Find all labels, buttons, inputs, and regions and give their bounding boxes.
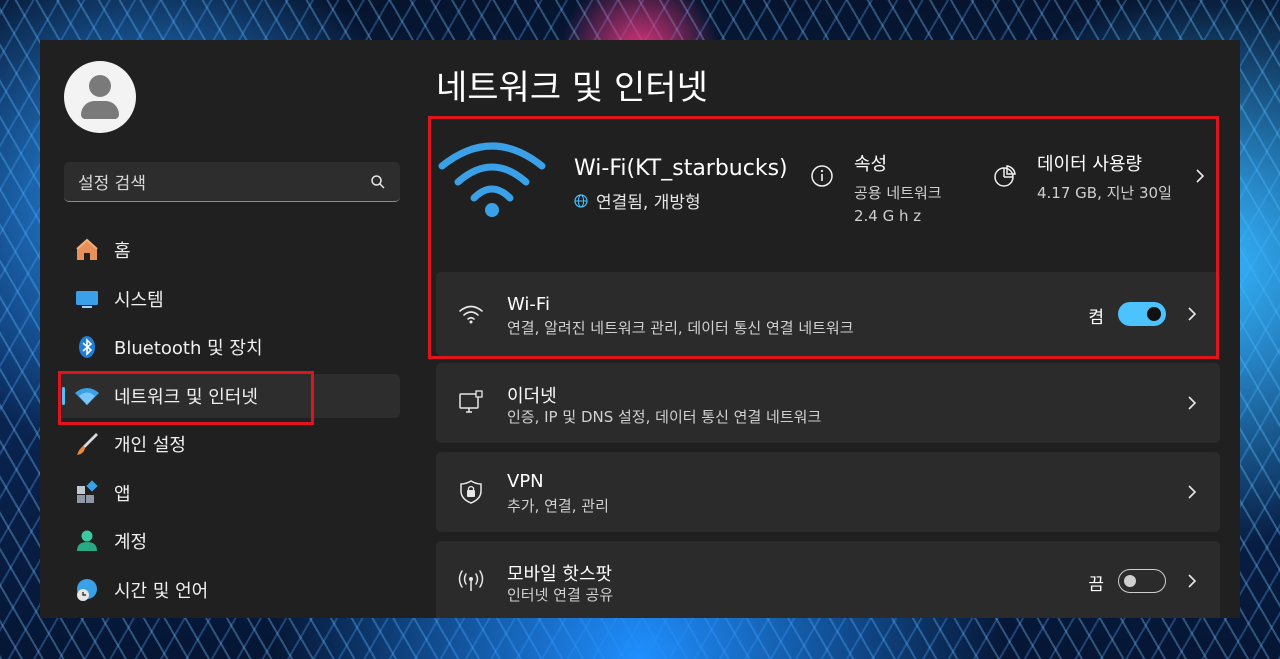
ethernet-card-title: 이더넷 (507, 386, 557, 407)
wifi-toggle[interactable] (1118, 302, 1166, 326)
search-icon[interactable] (370, 174, 386, 190)
toggle-knob (1124, 575, 1136, 587)
chevron-right-icon[interactable] (1186, 306, 1198, 322)
wifi-card[interactable]: Wi-Fi 연결, 알려진 네트워크 관리, 데이터 통신 연결 네트워크 켬 (436, 272, 1220, 356)
sidebar-item-network[interactable]: 네트워크 및 인터넷 (58, 373, 400, 418)
avatar-head (89, 75, 111, 97)
sidebar: 설정 검색 홈 시스템 Bluetooth 및 장치 네트워크 및 인터넷 개인… (40, 40, 420, 618)
hotspot-icon (456, 566, 486, 596)
properties-band: 2.4 G h z (854, 207, 922, 225)
chevron-right-icon[interactable] (1194, 168, 1206, 184)
wifi-icon (456, 299, 486, 329)
sidebar-item-label: Bluetooth 및 장치 (114, 338, 263, 359)
sidebar-item-time-language[interactable]: 시간 및 언어 (58, 568, 400, 612)
sidebar-item-label: 앱 (114, 483, 131, 505)
pie-chart-icon (994, 165, 1016, 187)
wifi-signal-icon (438, 142, 546, 217)
hotspot-toggle-label: 끔 (1088, 575, 1104, 595)
search-input[interactable]: 설정 검색 (64, 162, 400, 202)
data-usage-title: 데이터 사용량 (1037, 154, 1143, 175)
clock-globe-icon (74, 577, 100, 603)
sidebar-item-label: 시간 및 언어 (114, 580, 209, 602)
main-content: 네트워크 및 인터넷 Wi-Fi(KT_starbucks) 연결됨, 개방형 (436, 40, 1226, 618)
sidebar-item-label: 홈 (114, 241, 131, 262)
info-icon (811, 165, 833, 187)
data-usage-link[interactable]: 데이터 사용량 4.17 GB, 지난 30일 (994, 150, 1172, 205)
system-icon (74, 286, 100, 312)
wifi-toggle-label: 켬 (1088, 308, 1104, 328)
vpn-card[interactable]: VPN 추가, 연결, 관리 (436, 452, 1220, 532)
properties-title: 속성 (854, 154, 888, 175)
sidebar-item-label: 네트워크 및 인터넷 (114, 386, 258, 408)
wifi-icon (74, 383, 100, 409)
sidebar-item-apps[interactable]: 앱 (58, 471, 400, 515)
brush-icon (74, 431, 100, 457)
chevron-right-icon[interactable] (1186, 573, 1198, 589)
ethernet-icon (456, 388, 486, 418)
connection-status-text: 연결됨, 개방형 (596, 193, 701, 213)
sidebar-item-accounts[interactable]: 계정 (58, 519, 400, 563)
sidebar-item-system[interactable]: 시스템 (58, 277, 400, 321)
account-icon (74, 528, 100, 554)
sidebar-item-personalization[interactable]: 개인 설정 (58, 422, 400, 466)
shield-icon (456, 477, 486, 507)
sidebar-item-label: 계정 (114, 532, 148, 553)
hotspot-toggle[interactable] (1118, 569, 1166, 593)
globe-icon (574, 193, 588, 208)
ethernet-card-subtitle: 인증, IP 및 DNS 설정, 데이터 통신 연결 네트워크 (507, 408, 822, 426)
settings-window: 설정 검색 홈 시스템 Bluetooth 및 장치 네트워크 및 인터넷 개인… (40, 40, 1240, 618)
wifi-card-subtitle: 연결, 알려진 네트워크 관리, 데이터 통신 연결 네트워크 (507, 319, 854, 337)
sidebar-item-bluetooth[interactable]: Bluetooth 및 장치 (58, 325, 400, 369)
properties-link[interactable]: 속성 공용 네트워크 2.4 G h z (811, 150, 942, 228)
apps-icon (74, 479, 100, 506)
hotspot-card-subtitle: 인터넷 연결 공유 (507, 586, 614, 604)
sidebar-item-home[interactable]: 홈 (58, 228, 400, 272)
mobile-hotspot-card[interactable]: 모바일 핫스팟 인터넷 연결 공유 끔 (436, 541, 1220, 618)
page-title: 네트워크 및 인터넷 (436, 68, 708, 108)
hotspot-card-title: 모바일 핫스팟 (507, 564, 613, 585)
toggle-knob (1147, 307, 1161, 321)
sidebar-item-label: 시스템 (114, 289, 164, 311)
properties-network-type: 공용 네트워크 (854, 184, 942, 202)
chevron-right-icon[interactable] (1186, 395, 1198, 411)
avatar[interactable] (64, 61, 136, 133)
connection-name: Wi-Fi(KT_starbucks) (574, 156, 788, 181)
search-placeholder: 설정 검색 (78, 174, 146, 194)
connection-status: 연결됨, 개방형 (574, 188, 701, 213)
sidebar-item-label: 개인 설정 (114, 435, 186, 456)
wifi-card-title: Wi-Fi (507, 294, 550, 315)
connection-hero[interactable]: Wi-Fi(KT_starbucks) 연결됨, 개방형 속성 공용 네트워크 … (436, 120, 1220, 272)
avatar-body (81, 101, 119, 119)
sidebar-nav: 홈 시스템 Bluetooth 및 장치 네트워크 및 인터넷 개인 설정 앱 … (58, 228, 400, 616)
data-usage-value: 4.17 GB, 지난 30일 (1037, 184, 1172, 202)
chevron-right-icon[interactable] (1186, 484, 1198, 500)
ethernet-card[interactable]: 이더넷 인증, IP 및 DNS 설정, 데이터 통신 연결 네트워크 (436, 363, 1220, 443)
home-icon (74, 237, 100, 263)
bluetooth-icon (74, 334, 100, 360)
vpn-card-subtitle: 추가, 연결, 관리 (507, 497, 609, 515)
vpn-card-title: VPN (507, 471, 544, 492)
